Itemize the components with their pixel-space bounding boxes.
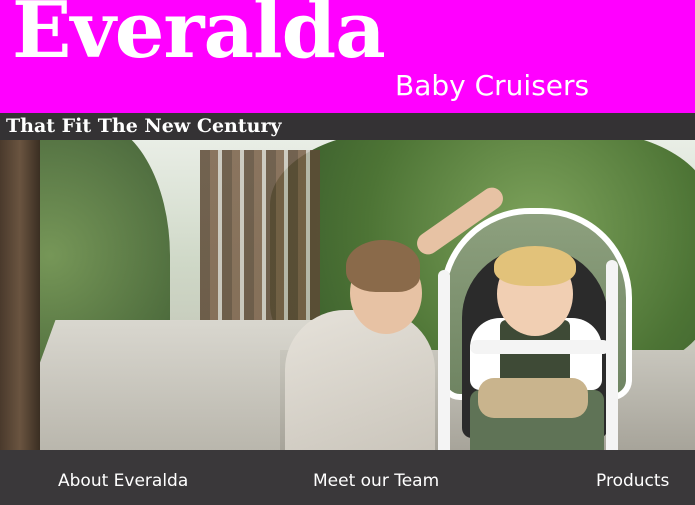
- slogan-text: That Fit The New Century: [6, 115, 282, 137]
- nav-about-everalda[interactable]: About Everalda: [58, 473, 188, 490]
- hero-woman-body: [285, 310, 435, 450]
- hero-tree-trunk: [0, 140, 40, 450]
- main-nav: About Everalda Meet our Team Products: [0, 450, 695, 505]
- brand-logo[interactable]: Everalda: [12, 0, 386, 70]
- brand-tagline: Baby Cruisers: [395, 69, 590, 102]
- hero-stroller-frame-left: [438, 270, 450, 450]
- hero-baby-shorts: [478, 378, 588, 418]
- hero-woman-hair: [346, 240, 420, 292]
- hero-image: [0, 140, 695, 450]
- nav-products[interactable]: Products: [596, 473, 669, 490]
- hero-stroller-bar: [470, 340, 610, 354]
- hero-stroller-frame-right: [606, 260, 618, 450]
- hero-baby-hair: [494, 246, 576, 286]
- page: Everalda Baby Cruisers That Fit The New …: [0, 0, 695, 505]
- nav-meet-our-team[interactable]: Meet our Team: [313, 473, 439, 490]
- header-banner: Everalda Baby Cruisers: [0, 0, 695, 113]
- slogan-bar: That Fit The New Century: [0, 113, 695, 140]
